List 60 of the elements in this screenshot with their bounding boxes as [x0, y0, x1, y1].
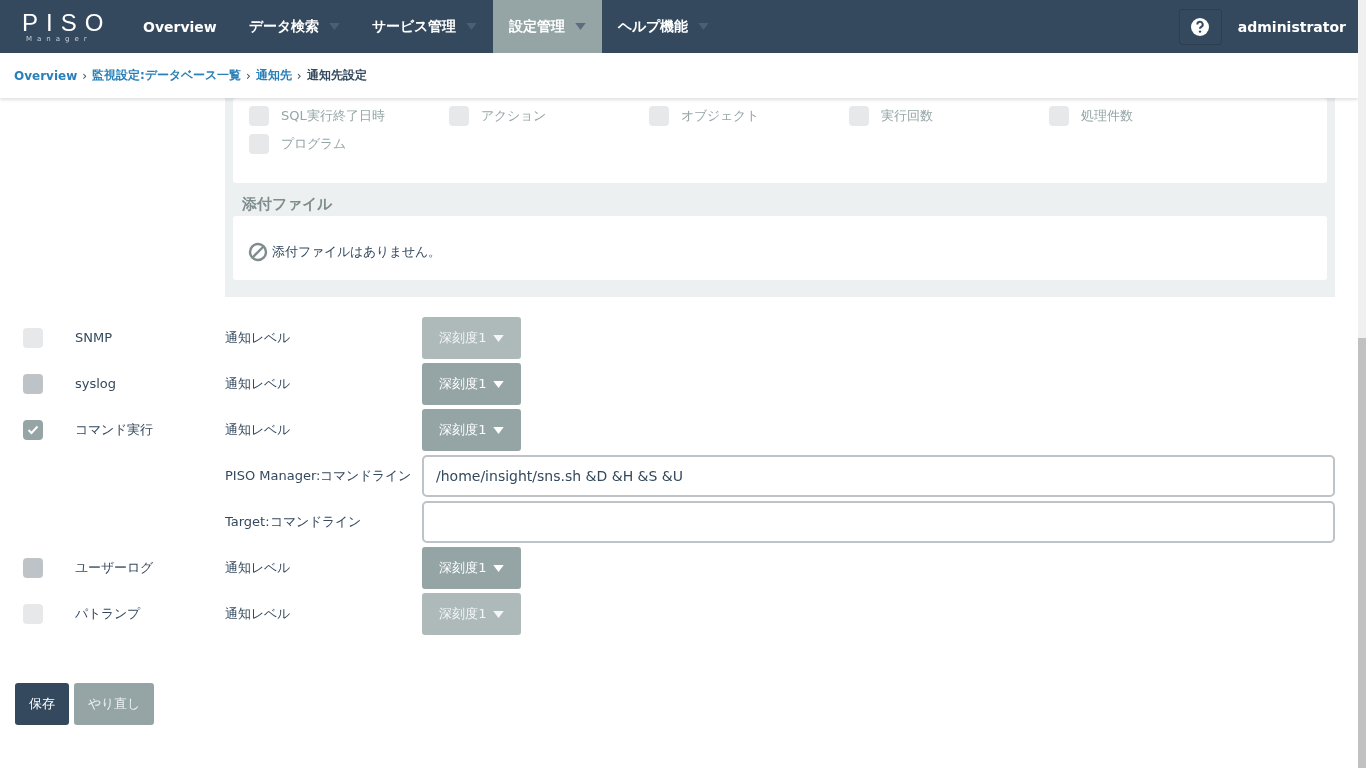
breadcrumb-link[interactable]: 通知先 — [255, 67, 292, 84]
level-dropdown[interactable]: 深刻度1 — [422, 363, 521, 405]
caret-icon — [492, 426, 504, 434]
caret-icon — [492, 334, 504, 342]
command-line-field[interactable] — [422, 501, 1335, 543]
notification-name: パトランプ — [75, 605, 142, 623]
check-icon — [27, 425, 39, 435]
caret-icon — [492, 564, 504, 572]
nav-menu-item[interactable]: データ検索 — [232, 0, 356, 53]
checkbox[interactable] — [249, 134, 269, 154]
breadcrumb-link[interactable]: 監視設定:データベース一覧 — [92, 67, 241, 84]
breadcrumb-separator: › — [245, 68, 251, 83]
field-label: Target:コマンドライン — [225, 513, 362, 531]
checkbox[interactable] — [649, 106, 669, 126]
checkbox-label: SQL実行終了日時 — [281, 107, 385, 125]
help-button[interactable] — [1178, 8, 1222, 45]
checkbox-label: 実行回数 — [881, 107, 933, 125]
checkbox[interactable] — [23, 558, 43, 578]
level-dropdown[interactable]: 深刻度1 — [422, 547, 521, 589]
checkbox[interactable] — [23, 420, 43, 440]
save-button[interactable]: 保存 — [15, 683, 69, 725]
user-name[interactable]: administrator — [1237, 18, 1346, 35]
caret-icon — [574, 23, 586, 30]
nav-menu-item[interactable]: 設定管理 — [492, 0, 602, 53]
command-line-field[interactable]: /home/insight/sns.sh &D &H &S &U — [422, 455, 1335, 497]
notification-name: コマンド実行 — [75, 421, 154, 439]
caret-icon — [492, 380, 504, 388]
section-title: 添付ファイル — [241, 194, 333, 215]
empty-message: 添付ファイルはありません。 — [272, 243, 441, 261]
breadcrumb-current: 通知先設定 — [306, 67, 367, 84]
help-icon — [1190, 16, 1211, 37]
checkbox[interactable] — [449, 106, 469, 126]
nav-menu-item[interactable]: Overview — [143, 0, 233, 53]
breadcrumb-separator: › — [82, 68, 88, 83]
scrollbar[interactable] — [1358, 0, 1366, 768]
notification-name: ユーザーログ — [75, 559, 154, 577]
caret-icon — [492, 610, 504, 618]
checkbox-label: プログラム — [281, 135, 346, 153]
reset-button[interactable]: やり直し — [74, 683, 154, 725]
field-label: 通知レベル — [225, 329, 291, 347]
nav-menu-item[interactable]: サービス管理 — [355, 0, 493, 53]
notification-name: SNMP — [75, 329, 114, 347]
field-label: 通知レベル — [225, 375, 291, 393]
checkbox[interactable] — [1049, 106, 1069, 126]
field-label: 通知レベル — [225, 421, 291, 439]
checkbox-label: オブジェクト — [681, 107, 759, 125]
prohibited-icon — [248, 242, 268, 262]
breadcrumb-separator: › — [296, 68, 302, 83]
field-label: 通知レベル — [225, 605, 291, 623]
notification-name: syslog — [75, 375, 118, 393]
level-dropdown[interactable]: 深刻度1 — [422, 409, 521, 451]
field-label: PISO Manager:コマンドライン — [225, 467, 413, 485]
checkbox-label: 処理件数 — [1081, 107, 1133, 125]
nav-menu-item[interactable]: ヘルプ機能 — [601, 0, 725, 53]
checkbox[interactable] — [849, 106, 869, 126]
field-label: 通知レベル — [225, 559, 291, 577]
checkbox-label: アクション — [481, 107, 546, 125]
breadcrumb-link[interactable]: Overview — [14, 68, 78, 83]
checkbox[interactable] — [23, 374, 43, 394]
checkbox[interactable] — [249, 106, 269, 126]
